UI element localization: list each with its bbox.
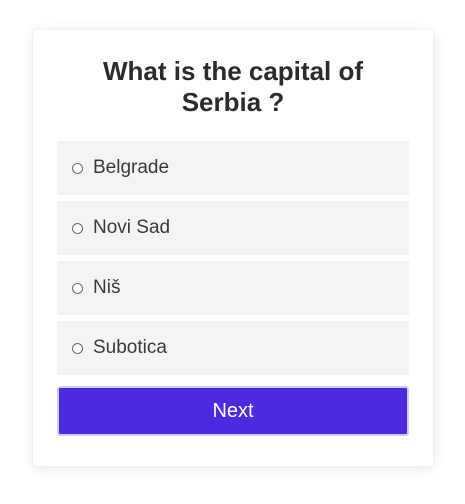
answer-option[interactable]: Novi Sad — [57, 201, 409, 255]
radio-unchecked-icon[interactable] — [72, 222, 83, 234]
question-title: What is the capital of Serbia ? — [102, 56, 364, 117]
answer-options: Belgrade Novi Sad Niš Subotica — [57, 141, 409, 375]
quiz-card: What is the capital of Serbia ? Belgrade… — [33, 30, 433, 466]
page: What is the capital of Serbia ? Belgrade… — [0, 0, 465, 504]
answer-option-label: Novi Sad — [93, 217, 171, 238]
answer-option-label: Belgrade — [93, 157, 170, 178]
radio-unchecked-icon[interactable] — [72, 342, 83, 354]
next-button[interactable]: Next — [57, 386, 409, 436]
answer-option-label: Subotica — [93, 337, 167, 358]
answer-option[interactable]: Niš — [57, 261, 409, 315]
radio-unchecked-icon[interactable] — [72, 282, 83, 294]
radio-unchecked-icon[interactable] — [72, 162, 83, 174]
answer-option[interactable]: Belgrade — [57, 141, 409, 195]
answer-option-label: Niš — [93, 277, 121, 298]
answer-option[interactable]: Subotica — [57, 321, 409, 375]
